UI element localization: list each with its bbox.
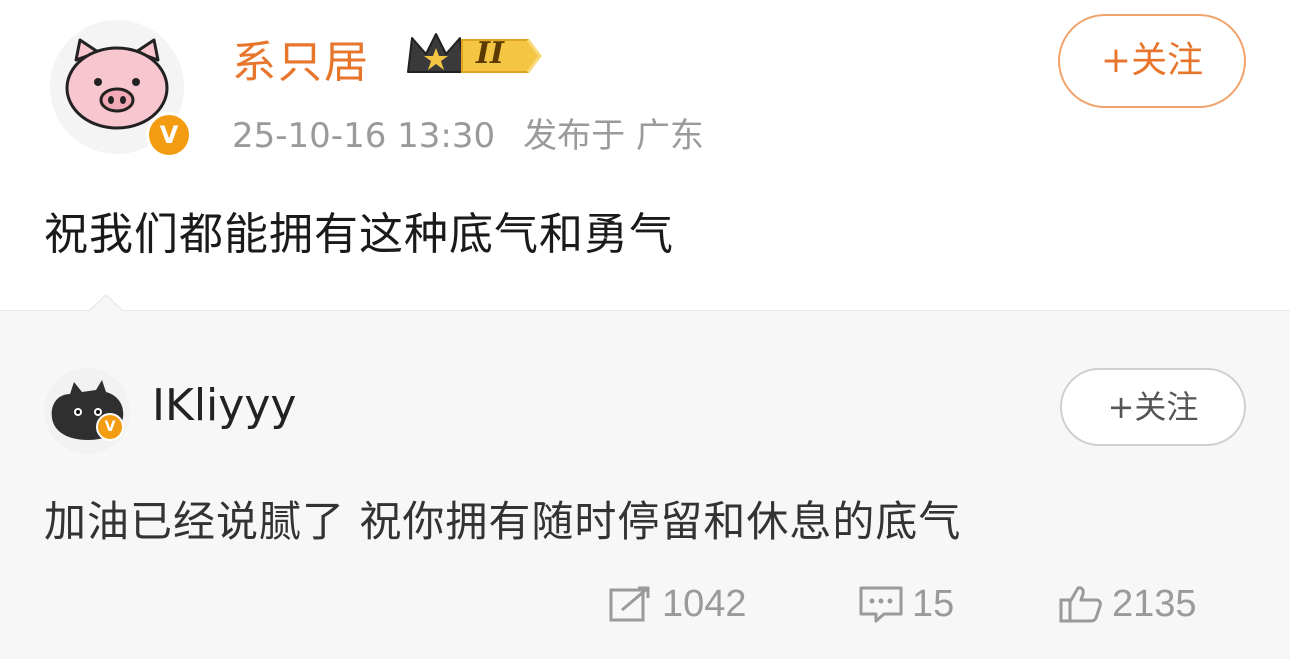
- repost-author-name[interactable]: IKliyyy: [152, 380, 296, 431]
- vip-level-text: II: [476, 36, 505, 71]
- verified-icon: V: [96, 413, 124, 441]
- repost-text: 加油已经说腻了 祝你拥有随时停留和休息的底气: [44, 497, 962, 546]
- post-meta: 25-10-16 13:30 发布于 广东: [232, 108, 732, 157]
- post-text: 祝我们都能拥有这种底气和勇气: [44, 209, 674, 260]
- post-location: 发布于 广东: [523, 116, 704, 156]
- comment-icon: [859, 586, 903, 623]
- repost-button[interactable]: 1042: [608, 578, 747, 630]
- verified-icon: V: [146, 112, 192, 158]
- author-name[interactable]: 系只居: [232, 26, 370, 90]
- follow-button[interactable]: +关注: [1058, 14, 1246, 108]
- comment-button[interactable]: 15: [858, 578, 954, 630]
- repost-author-avatar[interactable]: V: [44, 368, 130, 454]
- crown-icon: [407, 33, 542, 73]
- repost-icon: [609, 586, 650, 622]
- author-avatar[interactable]: V: [50, 20, 192, 158]
- repost-count: 1042: [662, 582, 747, 625]
- comment-count: 15: [912, 582, 955, 625]
- like-icon: [1059, 586, 1102, 623]
- like-button[interactable]: 2135: [1058, 578, 1197, 630]
- post-header: V 系只居 II 25-10-16 13:30 发布于 广东 +关注: [0, 0, 1290, 190]
- post-date: 25-10-16 13:30: [232, 116, 496, 156]
- action-bar: 1042 15 2135: [0, 578, 1290, 638]
- repost-follow-button[interactable]: +关注: [1060, 368, 1246, 446]
- cat-avatar-icon: [44, 368, 130, 454]
- quote-notch-fill: [90, 296, 122, 311]
- like-count: 2135: [1112, 582, 1197, 625]
- vip-level-badge[interactable]: II: [404, 28, 544, 88]
- weibo-post-card: V 系只居 II 25-10-16 13:30 发布于 广东 +关注 祝我们都能拥…: [0, 0, 1290, 659]
